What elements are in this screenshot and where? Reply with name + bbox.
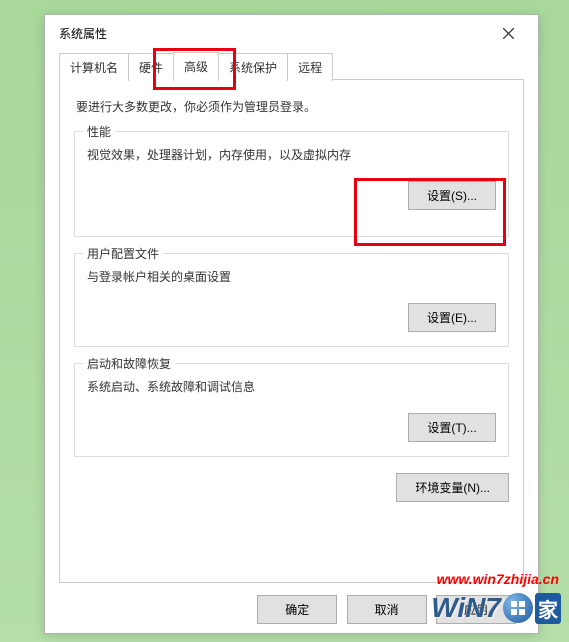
ok-button[interactable]: 确定 [257,595,337,624]
tab-hardware[interactable]: 硬件 [128,53,174,81]
performance-settings-button[interactable]: 设置(S)... [408,181,496,210]
system-properties-window: 系统属性 计算机名 硬件 高级 系统保护 远程 要进行大多数更改，你必须作为管理… [44,14,539,634]
titlebar: 系统属性 [45,15,538,51]
tab-computer-name[interactable]: 计算机名 [59,53,129,81]
close-button[interactable] [488,19,528,47]
user-profile-desc: 与登录帐户相关的桌面设置 [87,268,496,285]
tab-panel-advanced: 要进行大多数更改，你必须作为管理员登录。 性能 视觉效果，处理器计划，内存使用，… [59,79,524,583]
logo-text: WiN7 [431,592,501,624]
environment-variables-button[interactable]: 环境变量(N)... [396,473,509,502]
performance-group: 性能 视觉效果，处理器计划，内存使用，以及虚拟内存 设置(S)... [74,131,509,237]
startup-recovery-group-title: 启动和故障恢复 [83,355,175,372]
user-profile-group-title: 用户配置文件 [83,245,163,262]
tab-strip: 计算机名 硬件 高级 系统保护 远程 [45,52,538,80]
startup-recovery-group: 启动和故障恢复 系统启动、系统故障和调试信息 设置(T)... [74,363,509,457]
watermark-url: www.win7zhijia.cn [437,571,559,587]
startup-recovery-desc: 系统启动、系统故障和调试信息 [87,378,496,395]
site-logo: WiN7 家 [431,592,561,624]
startup-recovery-settings-button[interactable]: 设置(T)... [408,413,496,442]
tab-remote[interactable]: 远程 [287,53,333,81]
performance-group-title: 性能 [83,123,115,140]
close-icon [503,28,514,39]
windows-orb-icon [503,593,533,623]
user-profile-settings-button[interactable]: 设置(E)... [408,303,496,332]
tab-system-protection[interactable]: 系统保护 [218,53,288,81]
window-title: 系统属性 [59,25,107,42]
user-profile-group: 用户配置文件 与登录帐户相关的桌面设置 设置(E)... [74,253,509,347]
cancel-button[interactable]: 取消 [347,595,427,624]
tab-advanced[interactable]: 高级 [173,52,219,80]
admin-note: 要进行大多数更改，你必须作为管理员登录。 [76,98,509,115]
logo-suffix: 家 [535,593,561,624]
performance-desc: 视觉效果，处理器计划，内存使用，以及虚拟内存 [87,146,496,163]
